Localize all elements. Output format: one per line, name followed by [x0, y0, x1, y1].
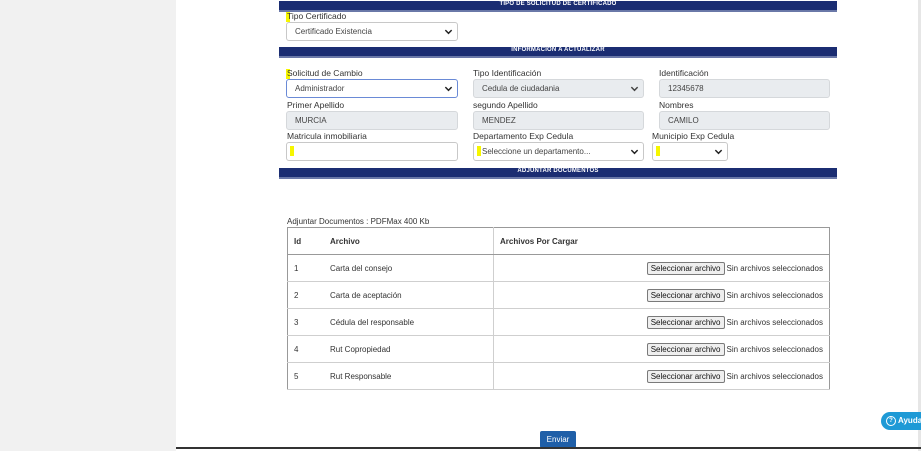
identificacion-label: Identificación	[659, 68, 709, 78]
row-id: 4	[287, 335, 324, 363]
table-row: 4 Rut Copropiedad Seleccionar archivo Sin…	[287, 335, 830, 363]
row-archivo: Cédula del responsable	[324, 308, 494, 336]
row-archivo: Carta del consejo	[324, 254, 494, 282]
file-status: Sin archivos seleccionados	[726, 371, 824, 381]
primer-apellido-input[interactable]: MURCIA	[286, 111, 458, 130]
question-circle-icon: ?	[886, 415, 896, 426]
tipo-identificacion-select[interactable]: Cedula de ciudadania	[473, 79, 644, 98]
tipo-identificacion-value: Cedula de ciudadania	[482, 84, 560, 93]
tipo-certificado-select[interactable]: Certificado Existencia	[286, 22, 458, 41]
tipo-certificado-value: Certificado Existencia	[295, 27, 372, 36]
chevron-down-icon	[714, 143, 723, 160]
send-button[interactable]: Enviar	[540, 431, 576, 448]
municipio-label: Municipio Exp Cedula	[652, 131, 735, 141]
chevron-down-icon	[630, 80, 639, 97]
table-row: 2 Carta de aceptación Seleccionar archiv…	[287, 281, 830, 309]
select-file-button[interactable]: Seleccionar archivo	[646, 288, 725, 302]
row-archivo: Carta de aceptación	[324, 281, 494, 309]
solicitud-cambio-label: Solicitud de Cambio	[287, 68, 363, 78]
chevron-down-icon	[444, 80, 453, 97]
departamento-select[interactable]: Seleccione un departamento...	[473, 142, 644, 161]
documents-table: Id Archivo Archivos Por Cargar 1 Carta d…	[287, 227, 830, 390]
left-panel	[0, 0, 176, 451]
bottom-divider	[176, 447, 921, 449]
primer-apellido-label: Primer Apellido	[287, 100, 345, 110]
required-marker	[477, 146, 481, 156]
departamento-label: Departamento Exp Cedula	[473, 131, 574, 141]
help-label: Ayuda	[898, 416, 921, 425]
required-marker	[290, 146, 294, 156]
row-archivo: Rut Responsable	[324, 362, 494, 390]
tipo-identificacion-label: Tipo Identificación	[473, 68, 542, 78]
documents-title: Adjuntar Documentos : PDFMax 400 Kb	[287, 217, 430, 226]
table-row: 1 Carta del consejo Seleccionar archivo S…	[287, 254, 830, 282]
section-bar-adjuntar: ADJUNTAR DOCUMENTOS	[279, 168, 837, 177]
segundo-apellido-input[interactable]: MENDEZ	[473, 111, 644, 130]
row-id: 1	[287, 254, 324, 282]
required-marker	[656, 146, 660, 156]
select-file-button[interactable]: Seleccionar archivo	[646, 369, 725, 383]
solicitud-cambio-value: Administrador	[295, 84, 345, 93]
header-archivos-por-cargar: Archivos Por Cargar	[493, 227, 830, 255]
matricula-input[interactable]	[286, 142, 458, 161]
row-archivo: Rut Copropiedad	[324, 335, 494, 363]
chevron-down-icon	[444, 23, 453, 40]
file-status: Sin archivos seleccionados	[726, 290, 824, 300]
tipo-certificado-label: Tipo Certificado	[287, 11, 347, 21]
select-file-button[interactable]: Seleccionar archivo	[646, 342, 725, 356]
municipio-select[interactable]	[652, 142, 728, 161]
header-id: Id	[287, 227, 324, 255]
identificacion-input[interactable]: 12345678	[659, 79, 830, 98]
file-status: Sin archivos seleccionados	[726, 263, 824, 273]
file-upload-cell: Seleccionar archivo Sin archivos seleccio…	[493, 254, 830, 282]
select-file-button[interactable]: Seleccionar archivo	[646, 261, 725, 275]
header-archivo: Archivo	[324, 227, 494, 255]
select-file-button[interactable]: Seleccionar archivo	[646, 315, 725, 329]
nombres-label: Nombres	[659, 100, 694, 110]
row-id: 3	[287, 308, 324, 336]
file-upload-cell: Seleccionar archivo Sin archivos seleccio…	[493, 362, 830, 390]
table-row: 5 Rut Responsable Seleccionar archivo Sin…	[287, 362, 830, 390]
file-upload-cell: Seleccionar archivo Sin archivos seleccio…	[493, 335, 830, 363]
table-header-row: Id Archivo Archivos Por Cargar	[287, 227, 830, 255]
table-row: 3 Cédula del responsable Seleccionar arc…	[287, 308, 830, 336]
matricula-label: Matricula inmobiliaria	[287, 131, 367, 141]
file-status: Sin archivos seleccionados	[726, 317, 824, 327]
solicitud-cambio-select[interactable]: Administrador	[286, 79, 458, 98]
section-bar-tipo-solicitud: TIPO DE SOLICITUD DE CERTIFICADO	[279, 1, 837, 10]
file-status: Sin archivos seleccionados	[726, 344, 824, 354]
file-upload-cell: Seleccionar archivo Sin archivos seleccio…	[493, 281, 830, 309]
file-upload-cell: Seleccionar archivo Sin archivos seleccio…	[493, 308, 830, 336]
nombres-input[interactable]: CAMILO	[659, 111, 830, 130]
chevron-down-icon	[630, 143, 639, 160]
help-button[interactable]: ? Ayuda	[881, 412, 921, 430]
segundo-apellido-label: segundo Apellido	[473, 100, 538, 110]
row-id: 2	[287, 281, 324, 309]
row-id: 5	[287, 362, 324, 390]
departamento-value: Seleccione un departamento...	[482, 147, 591, 156]
section-bar-informacion: INFORMACION A ACTUALIZAR	[279, 47, 837, 56]
